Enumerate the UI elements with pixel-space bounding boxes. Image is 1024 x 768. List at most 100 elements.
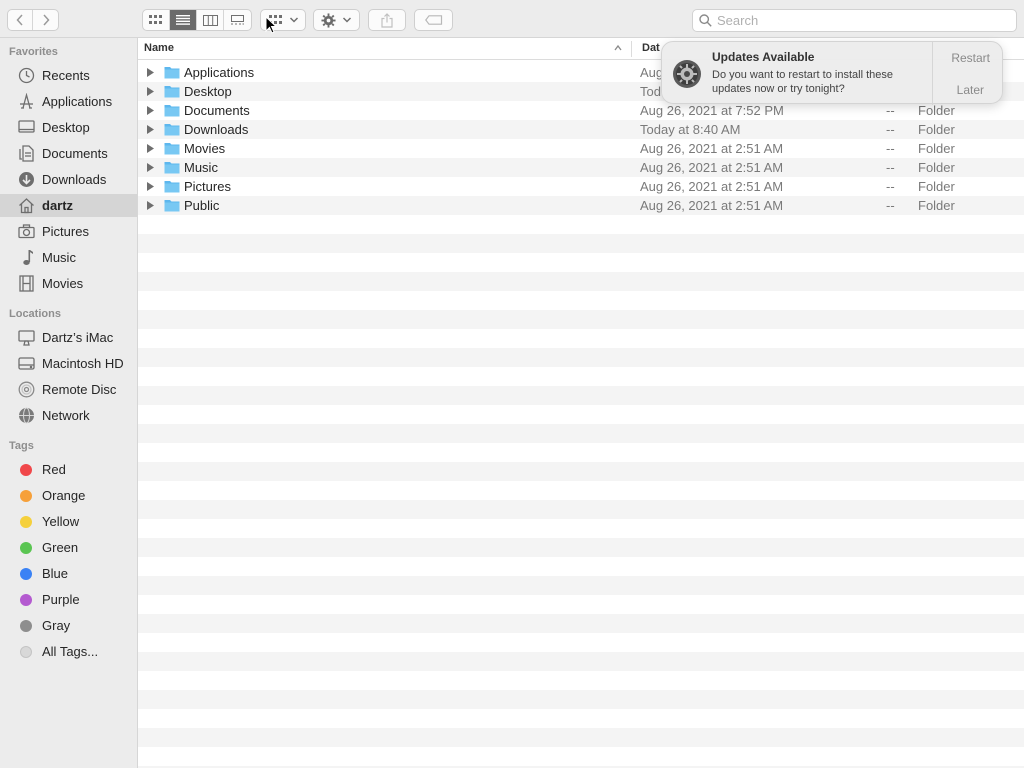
forward-button[interactable] <box>33 10 58 30</box>
sidebar-item-network[interactable]: Network <box>0 404 137 427</box>
tag-icon <box>424 15 442 25</box>
sidebar-item-label: Downloads <box>42 172 107 187</box>
disclosure-triangle-icon[interactable] <box>147 201 154 210</box>
table-row[interactable]: Public Aug 26, 2021 at 2:51 AM -- Folder <box>138 196 1024 215</box>
document-icon <box>17 145 35 163</box>
sidebar-tag-gray[interactable]: Gray <box>0 614 137 637</box>
tag-dot-icon <box>17 539 35 557</box>
update-notification[interactable]: Updates Available Do you want to restart… <box>661 41 1003 105</box>
file-size: -- <box>886 122 895 137</box>
tag-button[interactable] <box>414 9 453 31</box>
sidebar-item-label: dartz <box>42 198 74 213</box>
disclosure-triangle-icon[interactable] <box>147 144 154 153</box>
sidebar-item-label: Recents <box>42 68 90 83</box>
table-row[interactable]: Music Aug 26, 2021 at 2:51 AM -- Folder <box>138 158 1024 177</box>
file-kind: Folder <box>918 198 955 213</box>
imac-icon <box>17 329 35 347</box>
later-button[interactable]: Later <box>957 83 984 97</box>
sidebar-tag-orange[interactable]: Orange <box>0 484 137 507</box>
file-name: Desktop <box>184 84 232 99</box>
tag-dot-icon <box>17 565 35 583</box>
sidebar-item-music[interactable]: Music <box>0 246 137 269</box>
tag-dot-icon <box>17 643 35 661</box>
sidebar-item-label: Remote Disc <box>42 382 117 397</box>
sidebar-tag-red[interactable]: Red <box>0 458 137 481</box>
navigation-buttons <box>7 9 59 31</box>
sidebar-item-applications[interactable]: Applications <box>0 90 137 113</box>
sidebar-tag-blue[interactable]: Blue <box>0 562 137 585</box>
row-stripe <box>138 348 1024 367</box>
file-kind: Folder <box>918 103 955 118</box>
sidebar-item-label: Network <box>42 408 90 423</box>
disclosure-triangle-icon[interactable] <box>147 87 154 96</box>
view-mode-segmented-control <box>142 9 252 31</box>
disclosure-triangle-icon[interactable] <box>147 106 154 115</box>
folder-icon <box>164 162 180 174</box>
icon-view-button[interactable] <box>143 10 170 30</box>
sidebar-tag-yellow[interactable]: Yellow <box>0 510 137 533</box>
notification-body: Do you want to restart to install these … <box>712 69 893 95</box>
sidebar-item-pictures[interactable]: Pictures <box>0 220 137 243</box>
chevron-down-icon <box>342 17 352 23</box>
sidebar-tag-green[interactable]: Green <box>0 536 137 559</box>
search-input[interactable] <box>717 13 1007 28</box>
sidebar-item-label: Yellow <box>42 514 80 529</box>
sidebar-item-documents[interactable]: Documents <box>0 142 137 165</box>
sidebar-item-label: Purple <box>42 592 80 607</box>
row-stripe <box>138 405 1024 424</box>
file-name: Movies <box>184 141 226 156</box>
file-kind: Folder <box>918 122 955 137</box>
clock-icon <box>17 67 35 85</box>
grid-icon <box>149 15 162 24</box>
sidebar-item-downloads[interactable]: Downloads <box>0 168 137 191</box>
table-row[interactable]: Movies Aug 26, 2021 at 2:51 AM -- Folder <box>138 139 1024 158</box>
sidebar-item-remote-disc[interactable]: Remote Disc <box>0 378 137 401</box>
row-stripe <box>138 538 1024 557</box>
file-date: Aug 26, 2021 at 2:51 AM <box>640 160 784 175</box>
sidebar-item-movies[interactable]: Movies <box>0 272 137 295</box>
table-row[interactable]: Pictures Aug 26, 2021 at 2:51 AM -- Fold… <box>138 177 1024 196</box>
tag-dot-icon <box>17 617 35 635</box>
restart-button[interactable]: Restart <box>951 51 990 65</box>
column-view-button[interactable] <box>197 10 224 30</box>
sidebar-item-macintosh-hd[interactable]: Macintosh HD <box>0 352 137 375</box>
row-stripe <box>138 557 1024 576</box>
sidebar-item-label: Macintosh HD <box>42 356 124 371</box>
file-size: -- <box>886 141 895 156</box>
gallery-view-button[interactable] <box>224 10 251 30</box>
sidebar-item-label: Red <box>42 462 66 477</box>
column-separator[interactable] <box>631 41 632 57</box>
sidebar-item-dartz[interactable]: dartz <box>0 194 137 217</box>
file-size: -- <box>886 198 895 213</box>
disclosure-triangle-icon[interactable] <box>147 163 154 172</box>
disclosure-triangle-icon[interactable] <box>147 182 154 191</box>
list-icon <box>176 15 190 25</box>
file-list: Name Dat Applications Aug Desktop Tod Do… <box>138 38 1024 768</box>
disclosure-triangle-icon[interactable] <box>147 68 154 77</box>
sidebar-section-locations: Locations <box>9 308 61 320</box>
action-menu-button[interactable] <box>313 9 360 31</box>
sidebar-item-label: Movies <box>42 276 84 291</box>
row-stripe <box>138 272 1024 291</box>
gear-icon <box>321 12 336 28</box>
column-header-name[interactable]: Name <box>144 42 174 54</box>
sidebar-item-desktop[interactable]: Desktop <box>0 116 137 139</box>
sidebar-item-label: All Tags... <box>42 644 99 659</box>
back-button[interactable] <box>8 10 33 30</box>
search-field[interactable] <box>692 9 1017 32</box>
list-view-button[interactable] <box>170 10 197 30</box>
column-header-date[interactable]: Dat <box>642 42 660 54</box>
music-note-icon <box>17 249 35 267</box>
sidebar-item-recents[interactable]: Recents <box>0 64 137 87</box>
sidebar-tag-purple[interactable]: Purple <box>0 588 137 611</box>
row-stripe <box>138 291 1024 310</box>
share-button[interactable] <box>368 9 406 31</box>
sidebar-item-imac[interactable]: Dartz’s iMac <box>0 326 137 349</box>
table-row[interactable]: Downloads Today at 8:40 AM -- Folder <box>138 120 1024 139</box>
disclosure-triangle-icon[interactable] <box>147 125 154 134</box>
sidebar-tag-all-tags[interactable]: All Tags... <box>0 640 137 663</box>
sidebar-item-label: Orange <box>42 488 86 503</box>
file-name: Music <box>184 160 218 175</box>
folder-icon <box>164 200 180 212</box>
chevron-right-icon <box>42 14 50 26</box>
